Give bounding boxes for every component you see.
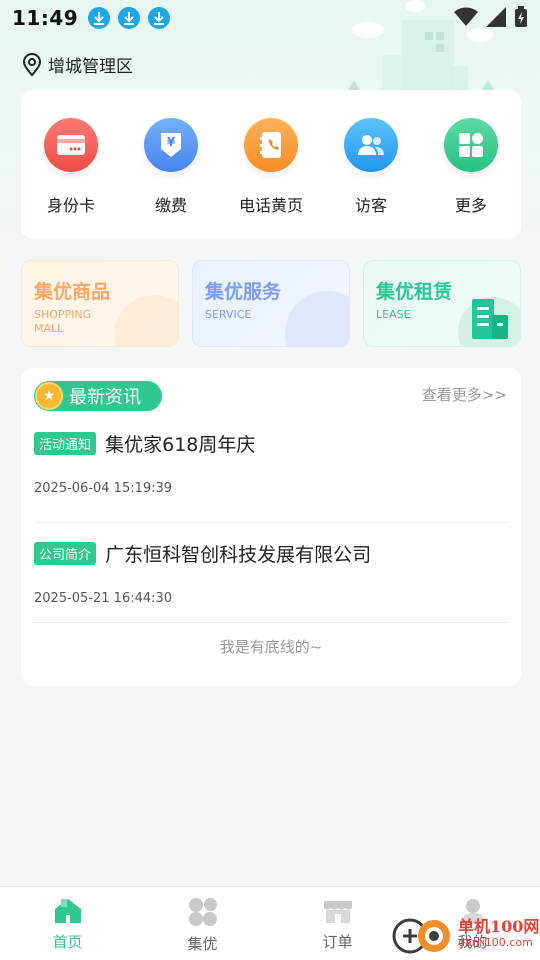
status-time: 11:49 [12, 6, 79, 30]
battery-charging-icon [515, 6, 527, 27]
news-time: 2025-05-21 16:44:30 [34, 591, 173, 606]
watermark-text: 单机100网 [458, 917, 540, 936]
promo-title: 集优商品 [34, 281, 111, 303]
end-of-list-tip: 我是有底线的~ [219, 638, 323, 656]
news-tag: 公司简介 [34, 542, 97, 565]
promo-subtitle-line: MALL [34, 322, 64, 335]
home-icon [54, 899, 81, 923]
promo-subtitle: SERVICE [205, 308, 251, 322]
quick-action-phone-book[interactable]: 电话黄页 [221, 90, 321, 239]
tab-home[interactable]: 首页 [0, 887, 135, 960]
signal-icon [486, 7, 506, 27]
promo-title: 集优服务 [205, 281, 282, 303]
promo-subtitle: SHOPPING MALL [34, 308, 91, 336]
tab-jiyou[interactable]: 集优 [135, 887, 270, 960]
news-header-badge: ★ 最新资讯 [34, 381, 162, 411]
building-icon [472, 299, 508, 339]
download-icon [148, 7, 171, 29]
svg-text:¥: ¥ [167, 135, 176, 149]
id-card-icon [44, 118, 98, 172]
quick-action-label: 电话黄页 [238, 196, 303, 215]
location-text: 增城管理区 [48, 57, 133, 77]
star-coin-icon: ★ [35, 382, 63, 410]
status-indicators [454, 6, 528, 28]
location-selector[interactable]: 增城管理区 [22, 52, 133, 77]
download-icon [118, 7, 141, 29]
jiyou-icon [188, 898, 217, 926]
divider [34, 522, 508, 523]
news-title: 广东恒科智创科技发展有限公司 [105, 544, 372, 566]
news-header-label: 最新资讯 [69, 387, 141, 408]
promo-decoration [114, 295, 178, 346]
promo-subtitle: LEASE [376, 308, 411, 322]
quick-action-visitor[interactable]: 访客 [321, 90, 421, 239]
tab-label: 订单 [322, 933, 353, 951]
location-pin-icon [22, 52, 42, 77]
quick-action-label: 更多 [454, 196, 487, 215]
status-bar: 11:49 [0, 0, 540, 36]
watermark-url: danji100.com [458, 936, 533, 949]
payment-icon: ¥ [144, 118, 198, 172]
phone-book-icon [244, 118, 298, 172]
watermark-logo-icon [392, 918, 450, 954]
promo-decoration [285, 291, 349, 346]
news-tag: 活动通知 [34, 432, 97, 455]
download-icon [88, 7, 111, 29]
promo-service[interactable]: 集优服务 SERVICE [192, 260, 350, 347]
site-watermark: 单机100网 danji100.com [390, 914, 539, 956]
news-title: 集优家618周年庆 [105, 434, 256, 456]
quick-action-label: 缴费 [154, 196, 187, 215]
quick-action-id-card[interactable]: 身份卡 [21, 90, 121, 239]
promo-shopping-mall[interactable]: 集优商品 SHOPPING MALL [21, 260, 179, 347]
divider [34, 622, 508, 623]
quick-action-label: 身份卡 [46, 196, 95, 215]
see-more-link[interactable]: 查看更多>> [422, 384, 507, 405]
more-grid-icon [444, 118, 498, 172]
tab-order[interactable]: 订单 [270, 887, 405, 960]
news-time: 2025-06-04 15:19:39 [34, 481, 173, 496]
promo-subtitle-line: SERVICE [205, 308, 252, 321]
news-item[interactable]: 公司简介 广东恒科智创科技发展有限公司 2025-05-21 16:44:30 [34, 540, 508, 606]
promo-subtitle-line: LEASE [376, 308, 411, 321]
quick-action-payment[interactable]: ¥ 缴费 [121, 90, 221, 239]
promo-title: 集优租赁 [376, 281, 453, 303]
quick-action-label: 访客 [354, 196, 387, 215]
wifi-icon [454, 7, 478, 26]
news-item[interactable]: 活动通知 集优家618周年庆 2025-06-04 15:19:39 [34, 430, 508, 496]
promo-subtitle-line: SHOPPING [34, 308, 92, 321]
visitor-icon [344, 118, 398, 172]
promo-lease[interactable]: 集优租赁 LEASE [363, 260, 521, 347]
news-card: ★ 最新资讯 查看更多>> 活动通知 集优家618周年庆 2025-06-04 … [21, 368, 521, 686]
tab-label: 集优 [187, 935, 218, 953]
tab-label: 首页 [52, 933, 83, 951]
quick-action-more[interactable]: 更多 [421, 90, 521, 239]
quick-actions-card: 身份卡 ¥ 缴费 电话黄页 访客 更多 [21, 90, 521, 239]
order-icon [323, 901, 352, 923]
